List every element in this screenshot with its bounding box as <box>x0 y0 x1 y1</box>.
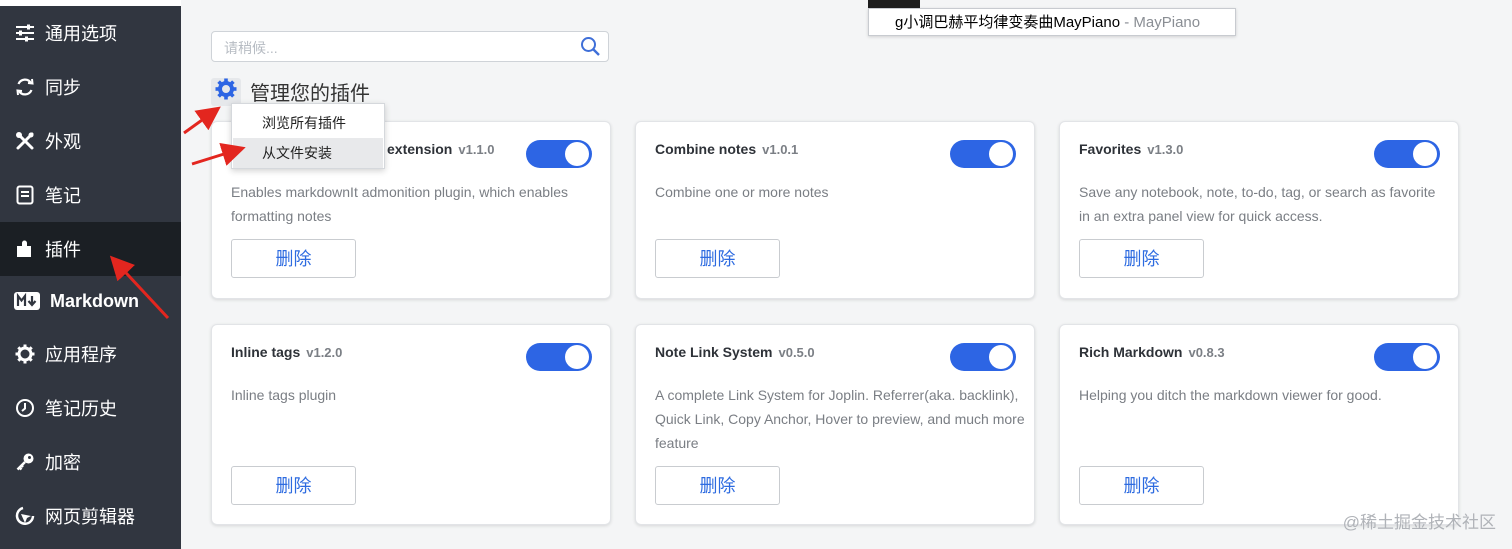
plugin-description: Save any notebook, note, to-do, tag, or … <box>1079 184 1436 224</box>
plugin-title: Favorites <box>1079 141 1142 157</box>
sidebar-item-label: 加密 <box>45 453 81 473</box>
menu-item-install-from-file[interactable]: 从文件安装 <box>233 138 383 168</box>
plugin-description: Enables markdownIt admonition plugin, wh… <box>231 184 568 224</box>
delete-button[interactable]: 删除 <box>231 466 356 505</box>
plugin-enable-toggle[interactable] <box>950 343 1016 371</box>
plugin-version: v0.8.3 <box>1188 345 1225 360</box>
delete-button[interactable]: 删除 <box>655 466 780 505</box>
sidebar-item-note[interactable]: 笔记 <box>0 168 181 222</box>
delete-button[interactable]: 删除 <box>1079 239 1204 278</box>
menu-item-browse-plugins[interactable]: 浏览所有插件 <box>233 108 383 138</box>
sidebar-item-label: 笔记 <box>45 186 81 206</box>
sidebar-item-label: Markdown <box>50 290 140 311</box>
delete-button[interactable]: 删除 <box>1079 466 1204 505</box>
plugin-description: Combine one or more notes <box>655 184 829 200</box>
plugin-card: Note Link System v0.5.0 A complete Link S… <box>635 324 1035 525</box>
sidebar-item-label: 应用程序 <box>45 345 117 365</box>
thumbnail-image <box>868 0 920 8</box>
plugin-enable-toggle[interactable] <box>526 140 592 168</box>
search-icon[interactable] <box>580 36 601 62</box>
plugin-card: Combine notes v1.0.1 Combine one or more … <box>635 121 1035 299</box>
manage-header: 管理您的插件 <box>211 77 370 106</box>
sidebar-item-label: 插件 <box>45 240 81 260</box>
watermark: @稀土掘金技术社区 <box>1342 513 1496 532</box>
plugin-name: Rich Markdown v0.8.3 <box>1079 344 1225 360</box>
delete-button[interactable]: 删除 <box>655 239 780 278</box>
plugin-description: A complete Link System for Joplin. Refer… <box>655 387 1025 451</box>
main-panel: 管理您的插件 extension v1.1.0 Enables markdownI… <box>181 0 1512 549</box>
sidebar-item-sync[interactable]: 同步 <box>0 60 181 114</box>
sidebar-item-web-clipper[interactable]: 网页剪辑器 <box>0 489 181 543</box>
plugin-card: Inline tags v1.2.0 Inline tags plugin 删除 <box>211 324 611 525</box>
sidebar: 通用选项 同步 外观 笔记 插件 Markdown 应用程序 笔记历史 加密 网… <box>0 0 181 549</box>
plugin-title: Note Link System <box>655 344 773 360</box>
plugin-title: Rich Markdown <box>1079 344 1183 360</box>
plugin-card: Rich Markdown v0.8.3 Helping you ditch th… <box>1059 324 1459 525</box>
plugin-version: v1.0.1 <box>762 142 799 157</box>
plugin-enable-toggle[interactable] <box>526 343 592 371</box>
plugin-title: extension <box>387 141 453 157</box>
sidebar-item-label: 网页剪辑器 <box>45 507 135 527</box>
tooltip-separator: - <box>1120 14 1134 31</box>
plugin-version: v1.2.0 <box>306 345 343 360</box>
plugin-card: Favorites v1.3.0 Save any notebook, note,… <box>1059 121 1459 299</box>
sidebar-item-plugins[interactable]: 插件 <box>0 222 181 276</box>
plugin-version: v1.3.0 <box>1147 142 1184 157</box>
puzzle-icon <box>14 238 36 260</box>
history-icon <box>14 397 36 419</box>
delete-button[interactable]: 删除 <box>231 239 356 278</box>
plugin-enable-toggle[interactable] <box>1374 140 1440 168</box>
plugin-name: Combine notes v1.0.1 <box>655 141 798 157</box>
sync-icon <box>14 76 36 98</box>
sidebar-item-label: 通用选项 <box>45 24 117 44</box>
key-icon <box>14 451 36 473</box>
window-tooltip: g小调巴赫平均律变奏曲MayPiano - MayPiano <box>868 8 1236 36</box>
plugin-tools-button[interactable] <box>211 77 241 106</box>
plugin-title: Combine notes <box>655 141 757 157</box>
sidebar-item-encryption[interactable]: 加密 <box>0 435 181 489</box>
sliders-icon <box>14 22 36 44</box>
sidebar-item-label: 笔记历史 <box>45 399 117 419</box>
tools-icon <box>14 130 36 152</box>
plugin-description: Inline tags plugin <box>231 387 337 403</box>
clipper-icon <box>14 505 36 527</box>
note-icon <box>14 184 36 206</box>
sidebar-item-note-history[interactable]: 笔记历史 <box>0 381 181 435</box>
top-strip <box>0 0 181 6</box>
search-input[interactable] <box>222 37 566 59</box>
page-title: 管理您的插件 <box>250 83 370 105</box>
tooltip-title: g小调巴赫平均律变奏曲MayPiano <box>895 14 1121 31</box>
plugin-name: Favorites v1.3.0 <box>1079 141 1183 157</box>
plugin-version: v1.1.0 <box>458 142 495 157</box>
plugin-version: v0.5.0 <box>778 345 815 360</box>
plugin-name: Inline tags v1.2.0 <box>231 344 342 360</box>
search-box <box>211 31 609 62</box>
plugin-enable-toggle[interactable] <box>1374 343 1440 371</box>
plugin-name: Note Link System v0.5.0 <box>655 344 815 360</box>
plugin-description: Helping you ditch the markdown viewer fo… <box>1079 387 1382 403</box>
plugin-enable-toggle[interactable] <box>950 140 1016 168</box>
markdown-icon <box>14 290 40 312</box>
gear-icon <box>14 343 36 365</box>
sidebar-item-appearance[interactable]: 外观 <box>0 114 181 168</box>
sidebar-item-application[interactable]: 应用程序 <box>0 327 181 381</box>
sidebar-item-markdown[interactable]: Markdown <box>0 274 181 328</box>
tooltip-site: MayPiano <box>1133 14 1201 31</box>
sidebar-item-label: 外观 <box>45 132 81 152</box>
plugin-name: extension v1.1.0 <box>387 141 495 157</box>
plugin-tools-menu: 浏览所有插件 从文件安装 <box>231 103 385 169</box>
plugin-title: Inline tags <box>231 344 301 360</box>
sidebar-item-label: 同步 <box>45 78 81 98</box>
gear-icon <box>215 78 237 105</box>
sidebar-item-general[interactable]: 通用选项 <box>0 6 181 60</box>
